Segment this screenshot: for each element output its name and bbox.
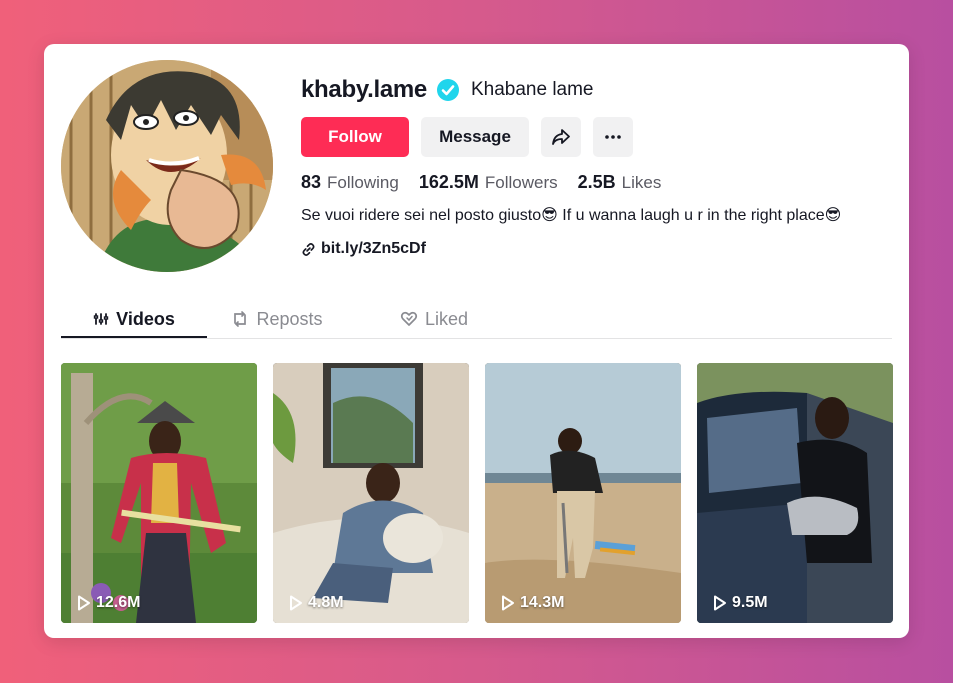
bio: Se vuoi ridere sei nel posto giusto😎 If … bbox=[301, 207, 842, 224]
tab-liked[interactable]: Liked bbox=[379, 300, 489, 338]
view-count-text: 9.5M bbox=[732, 594, 768, 611]
profile-card: khaby.lame Khabane lame Follow Message 8… bbox=[44, 44, 909, 638]
avatar-image bbox=[61, 60, 273, 272]
tab-label: Videos bbox=[116, 308, 175, 329]
message-button[interactable]: Message bbox=[421, 117, 529, 157]
stat-following[interactable]: 83 Following bbox=[301, 172, 399, 193]
play-icon bbox=[714, 595, 726, 611]
play-icon bbox=[78, 595, 90, 611]
video-thumbnail-image bbox=[485, 363, 681, 623]
tab-label: Reposts bbox=[256, 308, 323, 329]
video-thumbnail-image bbox=[273, 363, 469, 623]
tab-reposts[interactable]: Reposts bbox=[207, 300, 347, 338]
link-icon bbox=[302, 242, 315, 256]
avatar[interactable] bbox=[61, 60, 273, 272]
view-count: 14.3M bbox=[501, 594, 564, 612]
video-thumbnail[interactable]: 4.8M bbox=[273, 363, 469, 623]
bio-link[interactable]: bit.ly/3Zn5cDf bbox=[301, 240, 426, 258]
stat-label: Likes bbox=[621, 173, 662, 192]
nickname: Khabane lame bbox=[470, 79, 594, 100]
tab-videos[interactable]: Videos bbox=[61, 300, 207, 338]
share-icon bbox=[552, 129, 570, 145]
profile-actions: Follow Message bbox=[301, 117, 633, 157]
username-row: khaby.lame Khabane lame bbox=[301, 74, 594, 106]
video-thumbnail-image bbox=[61, 363, 257, 623]
video-thumbnail[interactable]: 9.5M bbox=[697, 363, 893, 623]
view-count: 4.8M bbox=[289, 594, 344, 612]
more-options-button[interactable] bbox=[593, 117, 633, 157]
stat-value: 83 bbox=[301, 172, 322, 192]
video-thumbnail-image bbox=[697, 363, 893, 623]
play-icon bbox=[502, 595, 514, 611]
video-thumbnail[interactable]: 12.6M bbox=[61, 363, 257, 623]
view-count: 9.5M bbox=[713, 594, 768, 612]
repost-icon bbox=[234, 311, 247, 327]
heart-icon bbox=[400, 311, 418, 326]
tab-label: Liked bbox=[424, 308, 469, 329]
video-grid: 12.6M 4.8M 14.3M 9.5M bbox=[61, 363, 893, 623]
stat-value: 162.5M bbox=[418, 172, 479, 192]
verified-badge-icon bbox=[436, 79, 459, 101]
follow-button[interactable]: Follow bbox=[301, 117, 409, 157]
play-icon bbox=[290, 595, 302, 611]
view-count-text: 4.8M bbox=[308, 594, 344, 611]
stat-followers[interactable]: 162.5M Followers bbox=[419, 172, 558, 193]
bio-link-text: bit.ly/3Zn5cDf bbox=[321, 240, 426, 257]
share-button[interactable] bbox=[541, 117, 581, 157]
active-tab-indicator bbox=[61, 336, 207, 338]
profile-stats: 83 Following 162.5M Followers 2.5B Likes bbox=[301, 172, 681, 193]
grid-icon bbox=[93, 313, 109, 325]
stat-label: Followers bbox=[484, 173, 558, 192]
stat-value: 2.5B bbox=[577, 172, 616, 192]
stat-likes: 2.5B Likes bbox=[578, 172, 662, 193]
video-thumbnail[interactable]: 14.3M bbox=[485, 363, 681, 623]
profile-tabs: Videos Reposts Liked bbox=[61, 300, 892, 339]
stat-label: Following bbox=[327, 173, 399, 192]
view-count-text: 14.3M bbox=[520, 594, 565, 611]
view-count: 12.6M bbox=[77, 594, 140, 612]
username: khaby.lame bbox=[301, 76, 427, 103]
view-count-text: 12.6M bbox=[96, 594, 141, 611]
more-icon bbox=[605, 135, 621, 139]
